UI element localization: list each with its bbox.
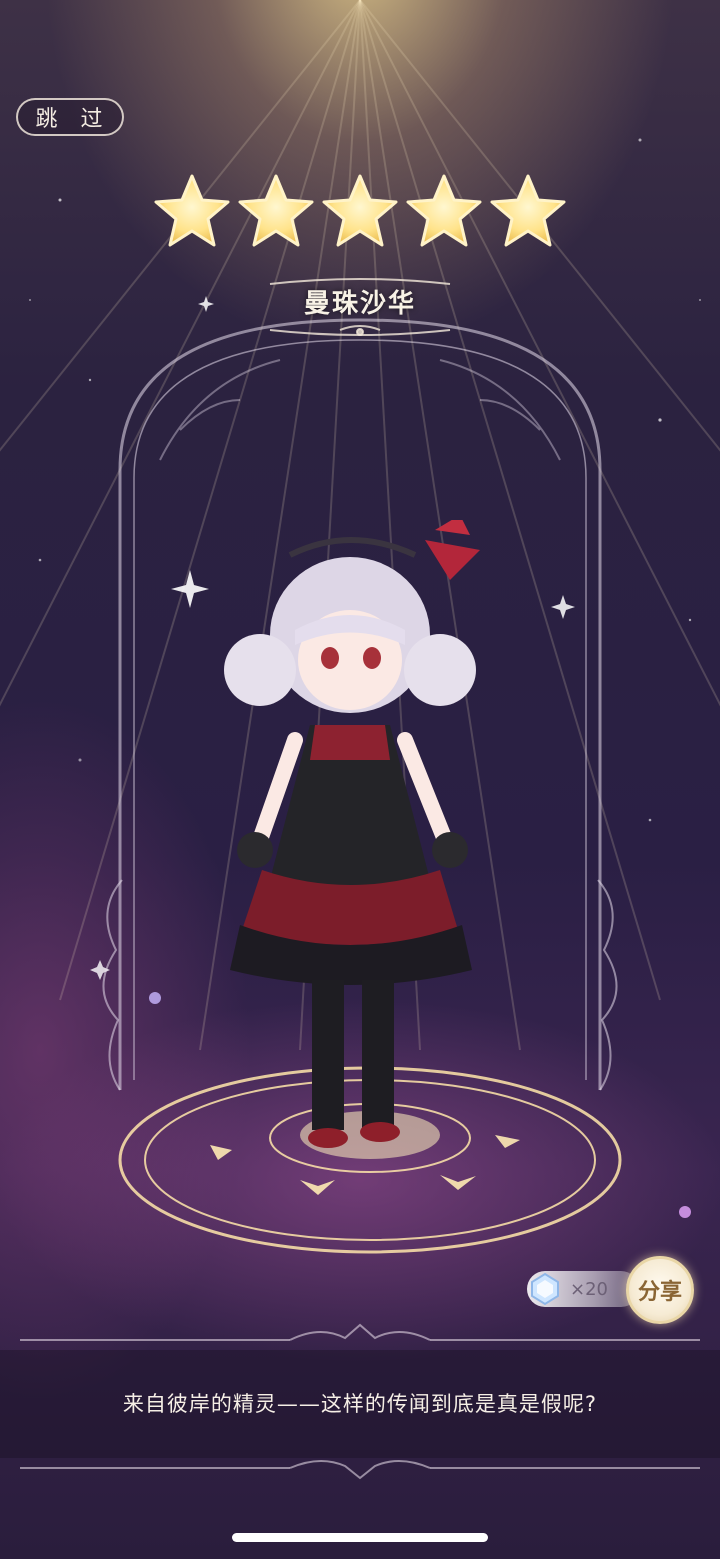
star-icon <box>406 174 482 247</box>
character-name: 曼珠沙华 <box>303 289 416 319</box>
character-model <box>224 520 480 1148</box>
home-indicator[interactable] <box>232 1533 488 1542</box>
star-icon <box>322 174 398 247</box>
skip-button[interactable]: 跳 过 <box>16 98 124 136</box>
star-icon <box>490 174 566 247</box>
crystal-gem-icon <box>531 1272 559 1306</box>
reward-count: ×20 <box>570 1279 608 1300</box>
rarity-stars <box>150 168 570 254</box>
gacha-result-screen: 跳 过 曼珠沙华 ×20 分享 来自彼岸的精灵——这样的传闻到底是真是假呢? <box>0 0 720 1559</box>
star-icon <box>154 174 230 247</box>
star-icon <box>238 174 314 247</box>
share-button[interactable]: 分享 <box>626 1256 694 1324</box>
dialogue-caption: 来自彼岸的精灵——这样的传闻到底是真是假呢? <box>122 1392 598 1416</box>
